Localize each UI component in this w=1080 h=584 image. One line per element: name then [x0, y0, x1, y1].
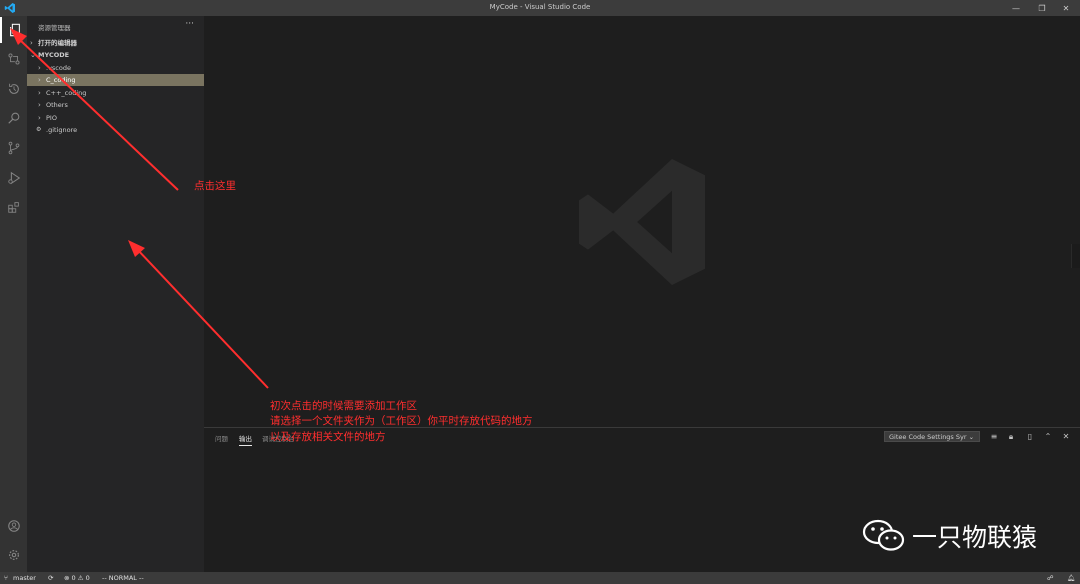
- arrowhead-icon: [10, 28, 27, 45]
- annotation-line-3: 以及存放相关文件的地方: [270, 431, 386, 443]
- arrow-to-sidebar: [135, 247, 269, 389]
- annotation-arrows: [10, 28, 269, 389]
- annotation-line-1: 初次点击的时候需要添加工作区: [270, 400, 417, 412]
- arrow-to-explorer: [19, 39, 179, 191]
- annotation-line-2: 请选择一个文件夹作为（工作区）你平时存放代码的地方: [270, 415, 533, 427]
- watermark-text: 一只物联猿: [912, 523, 1038, 552]
- annotation-click-here: 点击这里: [194, 180, 236, 192]
- wechat-watermark: 一只物联猿: [862, 518, 1037, 554]
- wechat-icon: [862, 519, 905, 551]
